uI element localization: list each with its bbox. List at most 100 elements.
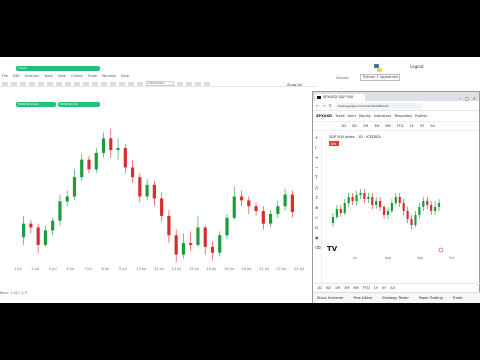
menu-item[interactable]: Window bbox=[102, 74, 116, 78]
interval-button[interactable]: 6M bbox=[385, 124, 390, 128]
menu-item[interactable]: Help bbox=[121, 74, 129, 78]
panel-tab[interactable]: Trade bbox=[453, 296, 463, 300]
toolbar-button[interactable] bbox=[92, 81, 98, 86]
range-button[interactable]: 1D bbox=[317, 286, 322, 290]
measure-icon[interactable]: ↕ bbox=[315, 196, 320, 200]
toolbar-button[interactable] bbox=[11, 81, 17, 86]
toolbar-button[interactable] bbox=[137, 81, 143, 86]
interval-button[interactable]: All bbox=[430, 124, 434, 128]
range-button[interactable]: 6M bbox=[353, 286, 358, 290]
browser-window: SPXUSD S&P 500 – □ × ← → ↻ tradingview.c… bbox=[312, 91, 480, 303]
header-button[interactable]: Replay bbox=[359, 114, 371, 118]
goto-realtime-icon[interactable] bbox=[438, 247, 444, 253]
pattern-icon[interactable]: ⋀ bbox=[315, 186, 320, 190]
interval-button[interactable]: 1D bbox=[341, 124, 346, 128]
range-button[interactable]: 3M bbox=[344, 286, 349, 290]
panel-tab[interactable]: Paper Trading bbox=[419, 296, 443, 300]
forward-icon[interactable]: → bbox=[322, 103, 325, 108]
panel-tab[interactable]: Strategy Tester bbox=[382, 296, 409, 300]
crosshair-icon[interactable]: + bbox=[315, 136, 320, 140]
toolbar-button[interactable] bbox=[56, 81, 62, 86]
interval-button[interactable]: YTD bbox=[397, 124, 404, 128]
range-button[interactable]: 5Y bbox=[382, 286, 386, 290]
browser-tab[interactable]: SPXUSD S&P 500 bbox=[315, 94, 365, 101]
header-button[interactable]: Trade bbox=[335, 114, 345, 118]
toolbar-button[interactable] bbox=[128, 81, 134, 86]
candlestick-chart[interactable] bbox=[0, 114, 316, 284]
toolbar-button[interactable] bbox=[29, 81, 35, 86]
interval-button[interactable]: 3M bbox=[374, 124, 379, 128]
toolbar-button[interactable] bbox=[65, 81, 71, 86]
tradingview-chart[interactable]: S&P 500 Index · 1D · ICEDATA Sell TV Jul Aug… bbox=[323, 133, 480, 283]
magnet-icon[interactable]: ∩ bbox=[315, 216, 320, 220]
maximize-icon[interactable]: □ bbox=[465, 96, 469, 101]
panel-tab[interactable]: Pine Editor bbox=[353, 296, 372, 300]
range-button[interactable]: YTD bbox=[363, 286, 370, 290]
range-button[interactable]: 5D bbox=[326, 286, 331, 290]
logout-button[interactable]: Logout bbox=[410, 64, 424, 69]
back-icon[interactable]: ← bbox=[316, 103, 319, 108]
toolbar-button[interactable] bbox=[47, 81, 53, 86]
toolbar-button[interactable] bbox=[204, 81, 210, 86]
toolbar-button[interactable] bbox=[20, 81, 26, 86]
interval-button[interactable]: 1M bbox=[363, 124, 368, 128]
app-toolbar: File Edit Analysis Tools View Charts Trade Wind… bbox=[0, 57, 316, 87]
menu-item[interactable]: Analysis bbox=[25, 74, 39, 78]
header-button[interactable]: Templates bbox=[394, 114, 412, 118]
symbol-search[interactable]: SPXUSD bbox=[316, 114, 332, 118]
trend-line-icon[interactable]: / bbox=[315, 146, 320, 150]
menu-item[interactable]: File bbox=[2, 74, 8, 78]
toolbar-button[interactable] bbox=[101, 81, 107, 86]
interval-select[interactable]: Interactive bbox=[146, 81, 174, 86]
menu-item[interactable]: Tools bbox=[44, 74, 53, 78]
desktop-screen: File Edit Analysis Tools View Charts Trade Wind… bbox=[0, 57, 480, 303]
toolbar-button[interactable] bbox=[195, 81, 201, 86]
toolbar-button[interactable] bbox=[38, 81, 44, 86]
bullish-candle bbox=[65, 196, 69, 202]
toolbar-button[interactable] bbox=[110, 81, 116, 86]
tradingview-favicon-icon bbox=[317, 96, 321, 99]
toolbar-button[interactable] bbox=[83, 81, 89, 86]
header-button[interactable]: Publish bbox=[415, 114, 427, 118]
interval-button[interactable]: 1Y bbox=[410, 124, 414, 128]
brush-icon[interactable]: ~ bbox=[315, 166, 320, 170]
range-button[interactable]: 1Y bbox=[374, 286, 378, 290]
chart-tab-pill[interactable]: Chart bbox=[16, 66, 100, 71]
fib-icon[interactable]: ≡ bbox=[315, 156, 320, 160]
bullish-candle bbox=[276, 206, 280, 214]
toolbar-button[interactable] bbox=[119, 81, 125, 86]
menu-item[interactable]: Edit bbox=[13, 74, 20, 78]
zoom-icon[interactable]: ⊕ bbox=[315, 206, 320, 210]
panel-tab[interactable]: Stock Screener bbox=[317, 296, 343, 300]
menu-item[interactable]: View bbox=[58, 74, 66, 78]
show-all-button[interactable]: Show All bbox=[287, 83, 302, 87]
toolbar-button[interactable] bbox=[186, 81, 192, 86]
trash-icon[interactable]: ⌫ bbox=[315, 246, 321, 250]
range-button[interactable]: 1M bbox=[335, 286, 340, 290]
menu-item[interactable]: Charts bbox=[71, 74, 82, 78]
python-logo-icon bbox=[374, 64, 382, 72]
toolbar-button[interactable] bbox=[177, 81, 183, 86]
close-icon[interactable]: × bbox=[473, 96, 476, 101]
text-icon[interactable]: T bbox=[315, 176, 320, 180]
bearish-candle bbox=[247, 200, 251, 207]
header-button[interactable]: Alert bbox=[348, 114, 356, 118]
range-button[interactable]: All bbox=[390, 286, 394, 290]
bearish-candle bbox=[379, 201, 382, 207]
bearish-candle bbox=[123, 148, 127, 168]
chart-tab-pill[interactable]: EURUSD,Daily bbox=[16, 102, 56, 107]
reload-icon[interactable]: ↻ bbox=[329, 103, 332, 108]
url-input[interactable]: tradingview.com/chart/4Oz9Ezu3/ bbox=[335, 102, 424, 109]
minimize-icon[interactable]: – bbox=[459, 96, 461, 101]
kernel-select[interactable]: Python 3 (ipykernel) bbox=[360, 74, 400, 81]
lock-icon[interactable]: ⊡ bbox=[315, 226, 320, 230]
toolbar-button[interactable] bbox=[2, 81, 8, 86]
chart-tab-pill[interactable]: EURUSD,H4 bbox=[58, 102, 100, 107]
menu-item[interactable]: Trade bbox=[87, 74, 97, 78]
eye-icon[interactable]: ◉ bbox=[315, 236, 320, 240]
header-button[interactable]: Indicators bbox=[374, 114, 391, 118]
interval-button[interactable]: 5D bbox=[352, 124, 357, 128]
toolbar-button[interactable] bbox=[74, 81, 80, 86]
x-axis-label: Aug bbox=[385, 256, 391, 260]
interval-button[interactable]: 5Y bbox=[420, 124, 424, 128]
